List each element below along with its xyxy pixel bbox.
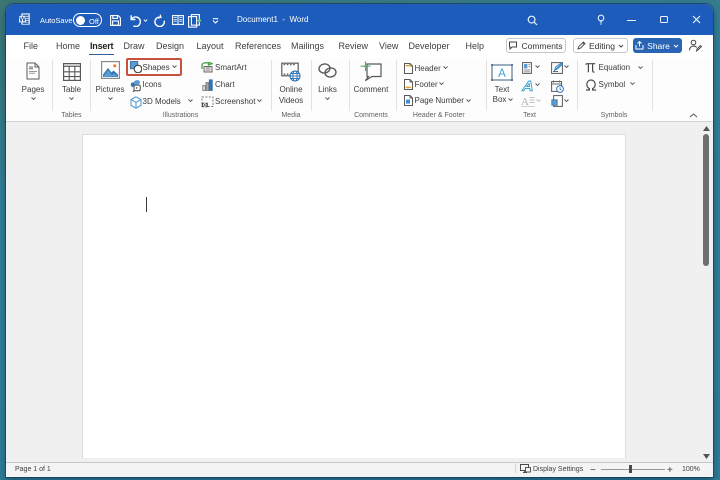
svg-text:W: W: [19, 17, 26, 24]
svg-text:A: A: [521, 96, 529, 107]
svg-text:A: A: [498, 68, 506, 80]
